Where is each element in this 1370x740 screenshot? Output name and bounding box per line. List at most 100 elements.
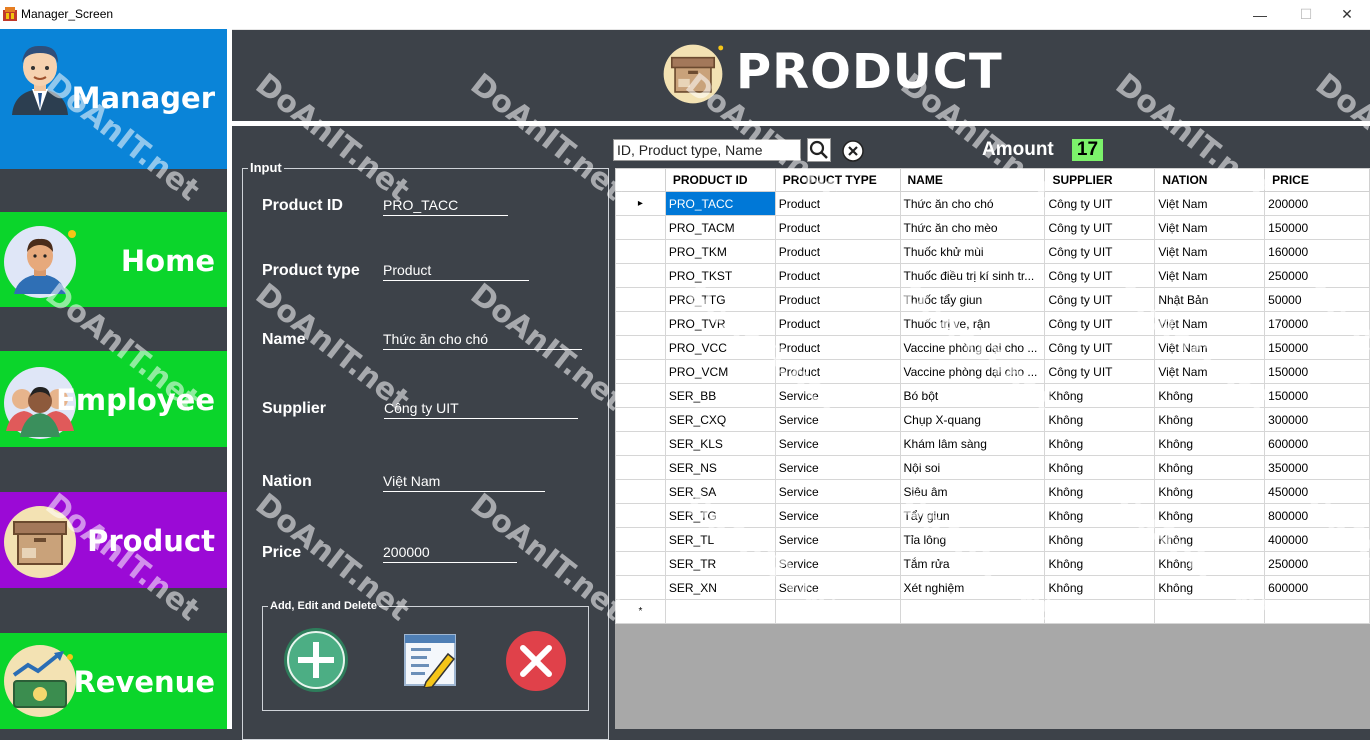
table-cell[interactable]: Công ty UIT — [1044, 263, 1156, 288]
new-row-cell[interactable] — [664, 599, 776, 624]
table-row[interactable]: PRO_TVR Product Thuốc trị ve, rận Công ty U… — [615, 311, 1370, 336]
table-cell[interactable]: Thuốc tẩy giun — [899, 287, 1046, 312]
table-cell[interactable]: 160000 — [1264, 239, 1370, 264]
table-cell[interactable]: Việt Nam — [1154, 359, 1266, 384]
table-cell[interactable]: 200000 — [1264, 191, 1370, 216]
table-cell[interactable]: SER_TL — [664, 527, 776, 552]
table-cell[interactable]: PRO_TVR — [664, 311, 776, 336]
table-cell[interactable]: Không — [1154, 407, 1266, 432]
table-cell[interactable]: Không — [1154, 431, 1266, 456]
table-cell[interactable]: SER_KLS — [664, 431, 776, 456]
table-cell[interactable]: Không — [1154, 551, 1266, 576]
search-input[interactable]: ID, Product type, Name — [613, 139, 801, 161]
table-cell[interactable]: Không — [1044, 527, 1156, 552]
table-row[interactable]: ▸ PRO_TACC Product Thức ăn cho chó Công ty U… — [615, 191, 1370, 216]
product-id-field[interactable]: PRO_TACC — [383, 197, 508, 216]
row-header[interactable] — [615, 383, 666, 408]
table-cell[interactable]: Service — [774, 503, 901, 528]
row-header[interactable] — [615, 479, 666, 504]
minimize-button[interactable]: — — [1237, 0, 1283, 29]
table-cell[interactable]: SER_TR — [664, 551, 776, 576]
table-cell[interactable]: Việt Nam — [1154, 335, 1266, 360]
table-cell[interactable]: Việt Nam — [1154, 263, 1266, 288]
table-cell[interactable]: Không — [1154, 479, 1266, 504]
table-row[interactable]: PRO_TKST Product Thuốc điều trị kí sinh tr… — [615, 263, 1370, 288]
table-cell[interactable]: Việt Nam — [1154, 191, 1266, 216]
table-cell[interactable]: 350000 — [1264, 455, 1370, 480]
table-cell[interactable]: Thức ăn cho mèo — [899, 215, 1046, 240]
table-cell[interactable]: Product — [774, 239, 901, 264]
table-cell[interactable]: Công ty UIT — [1044, 287, 1156, 312]
row-header[interactable] — [615, 455, 666, 480]
table-cell[interactable]: Không — [1044, 575, 1156, 600]
column-header-product-type[interactable]: PRODUCT TYPE — [774, 168, 901, 192]
table-cell[interactable]: Thuốc khử mùi — [899, 239, 1046, 264]
table-row[interactable]: SER_BB Service Bó bột Không Không 150000 — [615, 383, 1370, 408]
table-cell[interactable]: 800000 — [1264, 503, 1370, 528]
table-cell[interactable]: 150000 — [1264, 335, 1370, 360]
new-row-cell[interactable] — [899, 599, 1046, 624]
product-type-field[interactable]: Product — [383, 262, 529, 281]
table-cell[interactable]: Công ty UIT — [1044, 239, 1156, 264]
table-cell[interactable]: Không — [1154, 383, 1266, 408]
table-row[interactable]: SER_TG Service Tẩy giun Không Không 800000 — [615, 503, 1370, 528]
row-header[interactable] — [615, 311, 666, 336]
table-cell[interactable]: PRO_VCC — [664, 335, 776, 360]
table-cell[interactable]: Không — [1154, 527, 1266, 552]
table-cell[interactable]: PRO_TACC — [664, 191, 776, 216]
close-button[interactable]: ✕ — [1324, 0, 1370, 29]
row-header[interactable] — [615, 575, 666, 600]
row-header[interactable] — [615, 359, 666, 384]
table-cell[interactable]: 150000 — [1264, 383, 1370, 408]
table-cell[interactable]: Công ty UIT — [1044, 191, 1156, 216]
table-cell[interactable]: Service — [774, 527, 901, 552]
table-cell[interactable]: Thuốc trị ve, rận — [899, 311, 1046, 336]
table-cell[interactable]: 150000 — [1264, 215, 1370, 240]
name-field[interactable]: Thức ăn cho chó — [383, 331, 582, 350]
table-cell[interactable]: Product — [774, 263, 901, 288]
table-cell[interactable]: Vaccine phòng dại cho ... — [899, 335, 1046, 360]
row-header[interactable] — [615, 527, 666, 552]
row-header[interactable] — [615, 407, 666, 432]
table-cell[interactable]: 150000 — [1264, 359, 1370, 384]
table-cell[interactable]: 170000 — [1264, 311, 1370, 336]
table-row[interactable]: PRO_VCC Product Vaccine phòng dại cho ... C… — [615, 335, 1370, 360]
table-cell[interactable]: SER_SA — [664, 479, 776, 504]
sidebar-item-employee[interactable]: Employee — [0, 351, 227, 447]
sidebar-item-home[interactable]: Home — [0, 212, 227, 307]
table-cell[interactable]: Khám lâm sàng — [899, 431, 1046, 456]
table-cell[interactable]: Không — [1154, 575, 1266, 600]
table-cell[interactable]: 450000 — [1264, 479, 1370, 504]
table-cell[interactable]: Công ty UIT — [1044, 335, 1156, 360]
table-cell[interactable]: Xét nghiệm — [899, 575, 1046, 600]
column-header-name[interactable]: NAME — [899, 168, 1046, 192]
table-cell[interactable]: Service — [774, 551, 901, 576]
table-cell[interactable]: Service — [774, 431, 901, 456]
table-cell[interactable]: Không — [1044, 551, 1156, 576]
row-header[interactable] — [615, 239, 666, 264]
row-header[interactable] — [615, 215, 666, 240]
add-button[interactable] — [282, 626, 350, 694]
table-row[interactable]: SER_KLS Service Khám lâm sàng Không Không 600… — [615, 431, 1370, 456]
table-cell[interactable]: Việt Nam — [1154, 215, 1266, 240]
table-cell[interactable]: Product — [774, 359, 901, 384]
table-cell[interactable]: PRO_TACM — [664, 215, 776, 240]
table-row[interactable]: SER_TL Service Tỉa lông Không Không 400000 — [615, 527, 1370, 552]
table-row[interactable]: PRO_TKM Product Thuốc khử mùi Công ty UIT Vi… — [615, 239, 1370, 264]
table-cell[interactable]: Không — [1044, 431, 1156, 456]
product-table[interactable]: PRODUCT ID PRODUCT TYPE NAME SUPPLIER NA… — [615, 168, 1370, 624]
table-cell[interactable]: Product — [774, 335, 901, 360]
table-cell[interactable]: Không — [1044, 455, 1156, 480]
table-cell[interactable]: Bó bột — [899, 383, 1046, 408]
table-cell[interactable]: Vaccine phòng dại cho ... — [899, 359, 1046, 384]
table-cell[interactable]: Product — [774, 215, 901, 240]
sidebar-item-revenue[interactable]: Revenue — [0, 633, 227, 729]
table-cell[interactable]: Việt Nam — [1154, 239, 1266, 264]
new-row-cell[interactable] — [774, 599, 901, 624]
table-row[interactable]: SER_CXQ Service Chụp X-quang Không Không 3000… — [615, 407, 1370, 432]
clear-search-button[interactable] — [842, 140, 864, 162]
table-cell[interactable]: Công ty UIT — [1044, 215, 1156, 240]
nation-field[interactable]: Việt Nam — [383, 473, 545, 492]
table-cell[interactable]: 600000 — [1264, 431, 1370, 456]
table-row[interactable]: SER_XN Service Xét nghiệm Không Không 600000 — [615, 575, 1370, 600]
